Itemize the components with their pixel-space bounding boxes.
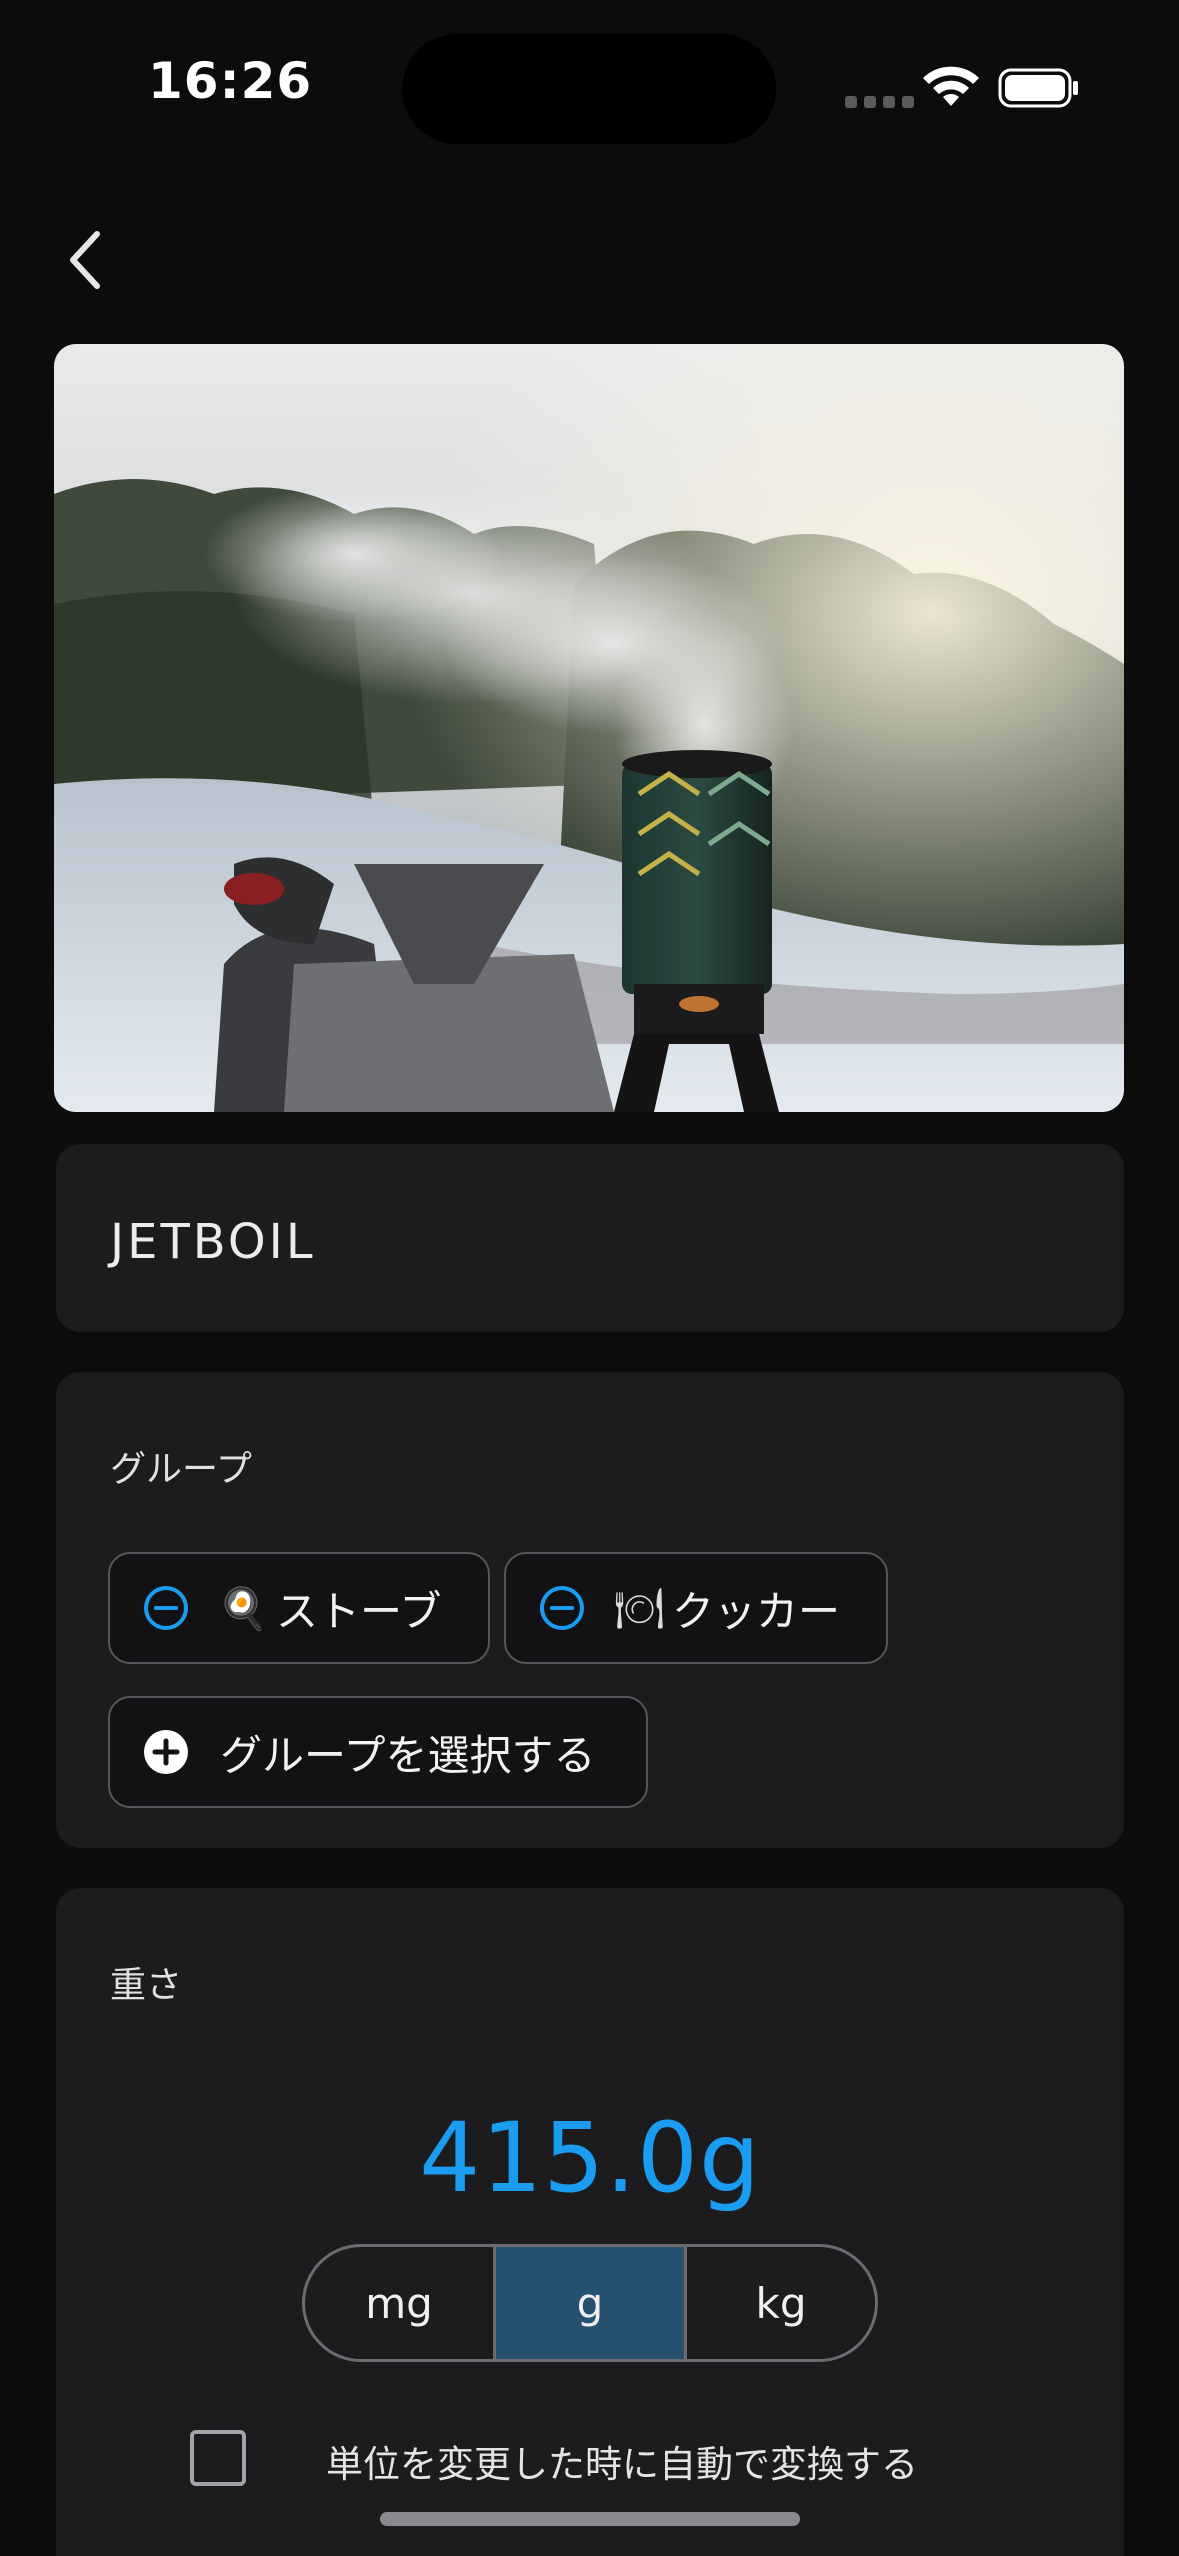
chip-emoji: 🍽 bbox=[614, 1585, 665, 1632]
unit-option-mg[interactable]: mg bbox=[305, 2247, 493, 2359]
screen: 16:26 JETBOIL グループ 🍳 ストーブ 🍽 クッカー グループを選択… bbox=[0, 0, 1179, 2556]
item-photo[interactable] bbox=[54, 344, 1124, 1112]
photo-image bbox=[54, 344, 1124, 1112]
weight-value[interactable]: 415.0g bbox=[56, 2102, 1124, 2214]
item-name[interactable]: JETBOIL bbox=[110, 1214, 316, 1270]
select-group-label: グループを選択する bbox=[220, 1730, 596, 1780]
unit-option-g[interactable]: g bbox=[493, 2247, 684, 2359]
auto-convert-checkbox[interactable] bbox=[190, 2430, 246, 2486]
chip-emoji: 🍳 bbox=[218, 1585, 268, 1632]
group-section-label: グループ bbox=[110, 1449, 252, 1490]
minus-circle-icon[interactable] bbox=[538, 1584, 586, 1632]
chip-label: クッカー bbox=[672, 1586, 841, 1636]
weight-section-label: 重さ bbox=[110, 1965, 183, 2006]
chip-label: ストーブ bbox=[276, 1586, 442, 1636]
group-card: グループ 🍳 ストーブ 🍽 クッカー グループを選択する bbox=[56, 1372, 1124, 1848]
wifi-icon bbox=[923, 66, 979, 106]
select-group-button[interactable]: グループを選択する bbox=[108, 1696, 648, 1808]
back-button[interactable] bbox=[50, 220, 120, 300]
minus-circle-icon[interactable] bbox=[142, 1584, 190, 1632]
chevron-left-icon bbox=[70, 231, 100, 289]
group-chip-cooker[interactable]: 🍽 クッカー bbox=[504, 1552, 888, 1664]
dynamic-island bbox=[402, 34, 776, 144]
plus-circle-icon bbox=[144, 1730, 188, 1774]
cellular-dots-icon bbox=[845, 96, 914, 108]
unit-segmented-control: mg g kg bbox=[302, 2244, 878, 2362]
unit-option-kg[interactable]: kg bbox=[684, 2247, 875, 2359]
auto-convert-label[interactable]: 単位を変更した時に自動で変換する bbox=[326, 2434, 918, 2488]
status-time: 16:26 bbox=[148, 52, 313, 110]
battery-icon bbox=[998, 68, 1078, 108]
item-name-card[interactable]: JETBOIL bbox=[56, 1144, 1124, 1332]
group-chip-stove[interactable]: 🍳 ストーブ bbox=[108, 1552, 490, 1664]
weight-card: 重さ 415.0g mg g kg 単位を変更した時に自動で変換する bbox=[56, 1888, 1124, 2556]
home-indicator bbox=[380, 2512, 800, 2526]
